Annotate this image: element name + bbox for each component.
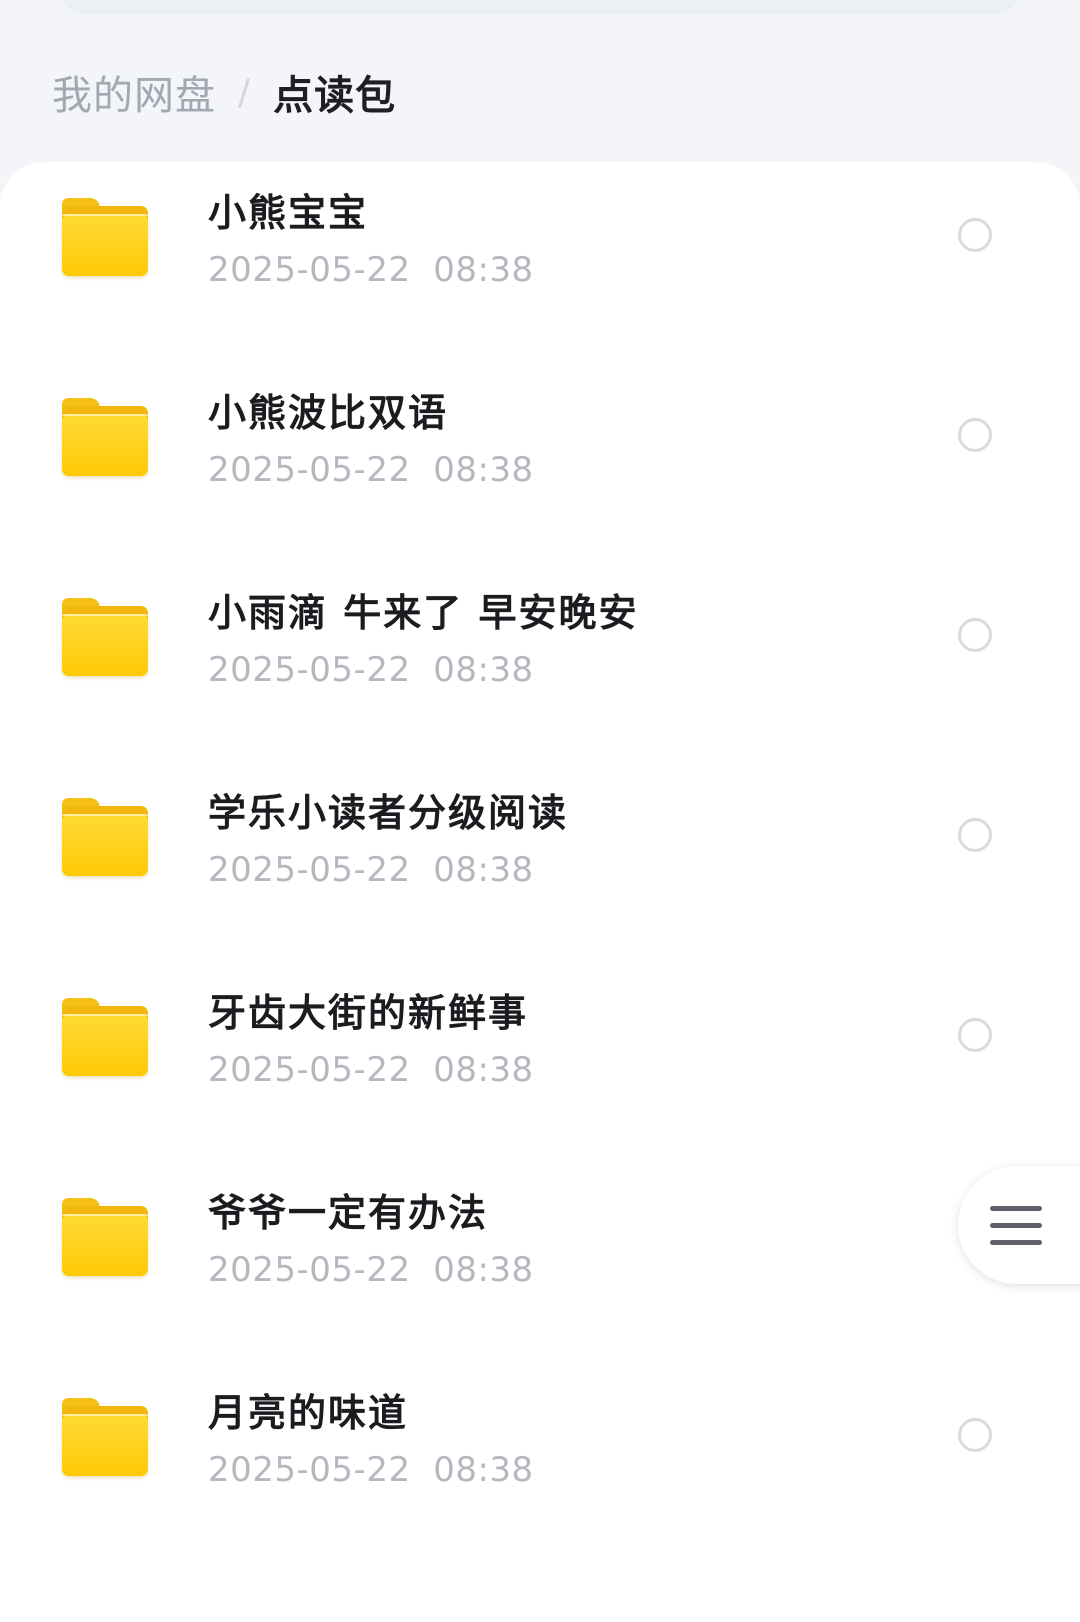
folder-name: 爷爷一定有办法 [208,1191,489,1235]
folder-row[interactable]: 月亮的味道 2025-05-22 08:38 [0,1362,1080,1562]
folder-name: 小熊波比双语 [208,391,449,435]
folder-date: 2025-05-22 08:38 [208,850,534,890]
folder-date: 2025-05-22 08:38 [208,650,534,690]
folder-date: 2025-05-22 08:38 [208,250,534,290]
folder-list: 小熊宝宝 2025-05-22 08:38 小熊波比双语 2025-05-22 … [0,162,1080,1622]
folder-icon [62,598,148,676]
breadcrumb-separator: / [238,71,252,113]
breadcrumb-root-link[interactable]: 我的网盘 [52,63,216,121]
select-radio[interactable] [958,818,992,852]
folder-row[interactable]: 小雨滴 牛来了 早安晚安 2025-05-22 08:38 [0,562,1080,762]
folder-row[interactable]: 爷爷一定有办法 2025-05-22 08:38 [0,1162,1080,1362]
breadcrumb: 我的网盘 / 点读包 [52,62,396,122]
folder-icon [62,1198,148,1276]
top-toolbar [60,0,1020,14]
folder-date: 2025-05-22 08:38 [208,1050,534,1090]
select-radio[interactable] [958,418,992,452]
folder-row[interactable]: 小熊波比双语 2025-05-22 08:38 [0,362,1080,562]
folder-date: 2025-05-22 08:38 [208,1450,534,1490]
folder-name: 月亮的味道 [208,1391,409,1435]
folder-icon [62,1398,148,1476]
folder-icon [62,198,148,276]
folder-icon [62,398,148,476]
folder-icon [62,798,148,876]
select-radio[interactable] [958,1018,992,1052]
select-radio[interactable] [958,618,992,652]
breadcrumb-current: 点读包 [273,73,397,119]
folder-date: 2025-05-22 08:38 [208,450,534,490]
folder-row[interactable]: 牙齿大街的新鲜事 2025-05-22 08:38 [0,962,1080,1162]
hamburger-menu-icon [990,1206,1042,1246]
folder-name: 小熊宝宝 [208,191,369,235]
folder-icon [62,998,148,1076]
folder-name: 学乐小读者分级阅读 [208,791,569,835]
folder-row[interactable]: 学乐小读者分级阅读 2025-05-22 08:38 [0,762,1080,962]
folder-name: 牙齿大街的新鲜事 [208,991,529,1035]
folder-date: 2025-05-22 08:38 [208,1250,534,1290]
select-radio[interactable] [958,1418,992,1452]
folder-row[interactable]: 小熊宝宝 2025-05-22 08:38 [0,162,1080,362]
folder-name: 小雨滴 牛来了 早安晚安 [208,591,639,635]
select-radio[interactable] [958,218,992,252]
floating-menu-button[interactable] [958,1166,1080,1284]
